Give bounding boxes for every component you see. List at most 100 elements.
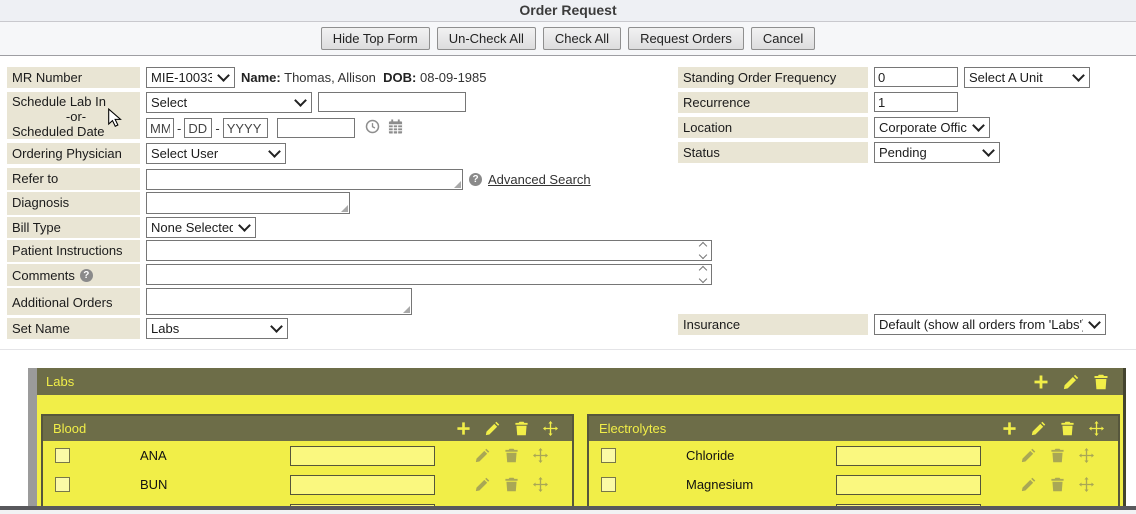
set-name-select[interactable]: Labs [146,318,288,339]
scroll-arrows-icon [698,243,708,258]
scroll-arrows-icon [698,267,708,282]
date-dd-input[interactable] [184,118,212,138]
status-select[interactable]: Pending [874,142,1000,163]
row-diagnosis: Diagnosis [7,192,675,215]
labs-panel-title: Labs [46,374,1033,389]
help-icon[interactable]: ? [80,269,93,282]
refer-to-label: Refer to [7,168,140,190]
refer-to-textarea[interactable] [146,169,463,190]
order-value-input[interactable] [836,446,981,466]
toolbar: Hide Top Form Un-Check All Check All Reques… [0,22,1136,56]
edit-icon[interactable] [1063,374,1079,390]
delete-icon[interactable] [504,448,519,463]
order-row-actions [475,477,548,492]
standing-order-frequency-label: Standing Order Frequency [678,67,868,88]
edit-icon[interactable] [475,448,490,463]
order-checkbox[interactable] [601,477,616,492]
patient-instructions-textarea[interactable] [146,240,712,261]
order-checkbox[interactable] [601,448,616,463]
delete-icon[interactable] [1050,477,1065,492]
row-refer-to: Refer to ? Advanced Search [7,168,675,190]
check-all-button[interactable]: Check All [543,27,621,50]
order-request-screen: Order Request Hide Top Form Un-Check All C… [0,0,1136,514]
delete-icon[interactable] [1050,448,1065,463]
un-check-all-button[interactable]: Un-Check All [437,27,536,50]
labs-panel-header: Labs [37,368,1123,395]
move-icon[interactable] [533,477,548,492]
lab-order-row: Potassium [589,499,1118,506]
chevron-down-icon [1088,316,1101,329]
time-input[interactable] [277,118,355,138]
lab-group-title: Electrolytes [599,421,1002,436]
recurrence-label: Recurrence [678,92,868,113]
lab-group-electrolytes: ElectrolytesChlorideMagnesiumPotassium [587,414,1120,506]
page-title: Order Request [519,2,616,18]
labs-panel: Labs BloodANABUNCalciumElectrolytesChlor… [37,368,1126,506]
lab-group-blood: BloodANABUNCalcium [41,414,574,506]
mouse-cursor [106,108,123,130]
ordering-physician-select[interactable]: Select User [146,143,286,164]
edit-icon[interactable] [485,421,500,436]
additional-orders-label: Additional Orders [7,288,140,315]
delete-icon[interactable] [1093,374,1109,390]
row-standing-order-frequency: Standing Order Frequency Select A Unit [678,67,1130,88]
delete-icon[interactable] [514,421,529,436]
row-patient-instructions: Patient Instructions [7,240,675,262]
delete-icon[interactable] [504,477,519,492]
diagnosis-textarea[interactable] [146,192,350,214]
chevron-down-icon [972,119,985,132]
clock-icon[interactable] [365,119,380,137]
add-icon[interactable] [1002,421,1017,436]
row-recurrence: Recurrence [678,92,1130,113]
labs-panel-actions [1033,374,1109,390]
help-icon[interactable]: ? [469,173,482,186]
order-value-input[interactable] [836,475,981,495]
row-comments: Comments ? [7,264,675,286]
set-name-label: Set Name [7,318,140,339]
move-icon[interactable] [1079,448,1094,463]
calendar-icon[interactable] [388,119,403,137]
move-icon[interactable] [543,421,558,436]
recurrence-input[interactable] [874,92,958,112]
order-value-input[interactable] [290,475,435,495]
additional-orders-textarea[interactable] [146,288,412,315]
mr-number-select[interactable]: MIE-10033 [146,67,235,88]
order-value-input[interactable] [290,446,435,466]
patient-name-dob: Name: Thomas, Allison DOB: 08-09-1985 [241,70,486,85]
edit-icon[interactable] [475,477,490,492]
date-yyyy-input[interactable] [223,118,268,138]
delete-icon[interactable] [1060,421,1075,436]
form-right-column: Standing Order Frequency Select A Unit R… [678,67,1130,167]
move-icon[interactable] [1079,477,1094,492]
bill-type-select[interactable]: None Selected [146,217,256,238]
frequency-unit-select[interactable]: Select A Unit [964,67,1090,88]
add-icon[interactable] [456,421,471,436]
hide-top-form-button[interactable]: Hide Top Form [321,27,430,50]
order-checkbox[interactable] [55,448,70,463]
edit-icon[interactable] [1021,448,1036,463]
schedule-lab-in-input[interactable] [318,92,466,112]
request-orders-button[interactable]: Request Orders [628,27,744,50]
insurance-select[interactable]: Default (show all orders from 'Labs') [874,314,1106,335]
lab-group-actions [1002,421,1104,436]
move-icon[interactable] [1089,421,1104,436]
location-select[interactable]: Corporate Office [874,117,990,138]
edit-icon[interactable] [1031,421,1046,436]
advanced-search-link[interactable]: Advanced Search [488,172,591,187]
date-mm-input[interactable] [146,118,174,138]
standing-order-frequency-input[interactable] [874,67,958,87]
patient-instructions-label: Patient Instructions [7,240,140,262]
order-row-actions [475,448,548,463]
edit-icon[interactable] [1021,477,1036,492]
move-icon[interactable] [533,448,548,463]
order-checkbox[interactable] [55,477,70,492]
comments-textarea[interactable] [146,264,712,285]
row-ordering-physician: Ordering Physician Select User [7,143,675,164]
ordering-physician-label: Ordering Physician [7,143,140,164]
bottom-strip [0,510,1136,514]
order-row-actions [1021,477,1094,492]
chevron-down-icon [268,145,281,158]
schedule-lab-in-select[interactable]: Select [146,92,312,113]
add-icon[interactable] [1033,374,1049,390]
cancel-button[interactable]: Cancel [751,27,815,50]
